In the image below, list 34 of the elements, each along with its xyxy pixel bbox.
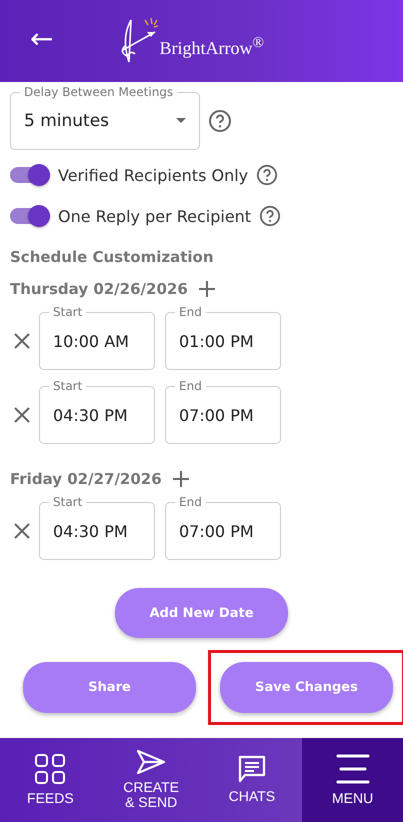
close-icon[interactable] xyxy=(14,407,30,423)
delay-select[interactable]: Delay Between Meetings 5 minutes xyxy=(10,84,200,150)
nav-tab[interactable]: FEEDS xyxy=(0,738,101,822)
toggle-switch[interactable] xyxy=(10,167,50,183)
toggle-label: Verified Recipients Only xyxy=(58,166,248,184)
end-time-field[interactable]: End 01:00 PM xyxy=(165,304,281,370)
nav-tab[interactable]: CHATS xyxy=(202,738,302,822)
nav-tab[interactable]: CREATE & SEND xyxy=(100,738,202,822)
close-icon[interactable] xyxy=(14,523,30,539)
chat-icon xyxy=(238,755,266,784)
logo-wordmark: BrightArrow$^{®}$ xyxy=(159,35,264,59)
end-time-field[interactable]: End 07:00 PM xyxy=(165,378,281,444)
start-time-field[interactable]: Start 04:30 PM xyxy=(39,378,155,444)
help-icon[interactable] xyxy=(256,164,278,186)
grid-icon xyxy=(34,753,66,786)
start-time-field[interactable]: Start 04:30 PM xyxy=(39,494,155,560)
help-icon[interactable] xyxy=(259,205,282,227)
toggle-switch[interactable] xyxy=(10,208,50,224)
help-icon[interactable] xyxy=(208,109,232,133)
toggle-label: One Reply per Recipient xyxy=(58,206,252,226)
back-button[interactable]: ← xyxy=(30,25,54,57)
day-date: Thursday 02/26/2026 xyxy=(10,280,188,298)
section-title: Schedule Customization xyxy=(10,248,215,266)
add-icon[interactable] xyxy=(198,280,216,298)
dropdown-caret-icon xyxy=(176,118,186,124)
day-date: Friday 02/27/2026 xyxy=(10,470,162,488)
end-time-field[interactable]: End 07:00 PM xyxy=(165,494,281,560)
nav-tab[interactable]: MENU xyxy=(302,738,403,822)
start-time-field[interactable]: Start 10:00 AM xyxy=(39,304,155,370)
send-icon xyxy=(137,750,166,774)
close-icon[interactable] xyxy=(14,333,30,349)
field-label: Delay Between Meetings xyxy=(20,84,178,100)
add-icon[interactable] xyxy=(172,470,190,488)
menu-icon xyxy=(336,753,370,786)
